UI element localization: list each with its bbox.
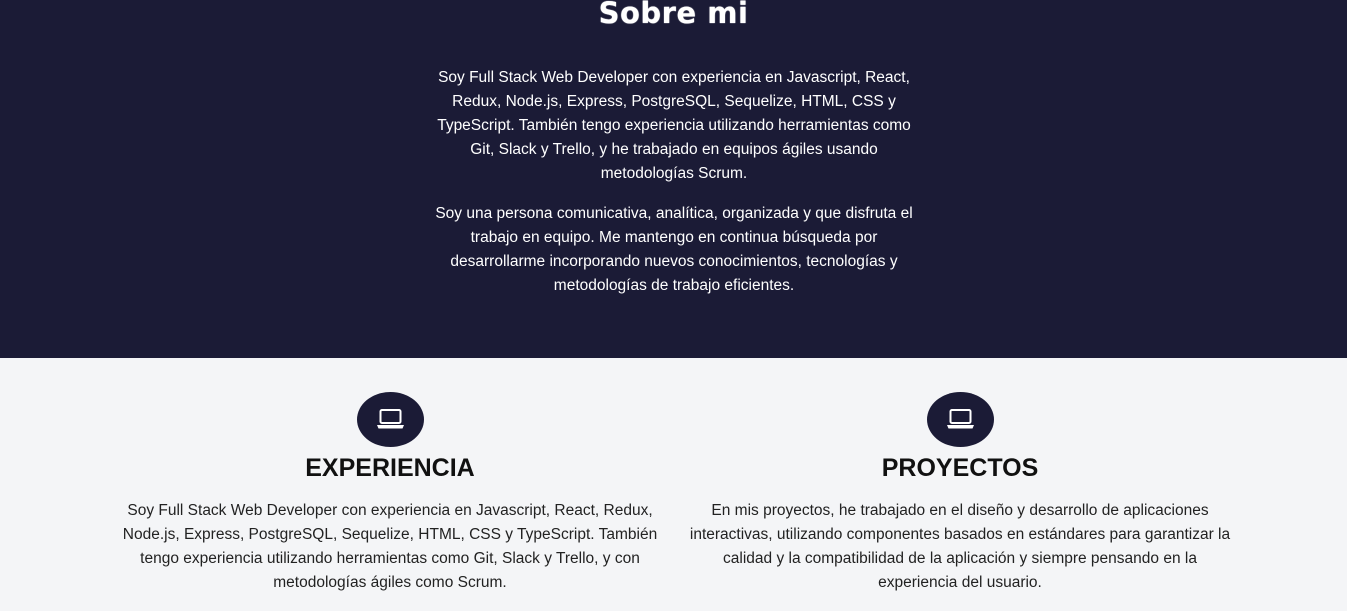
- experience-text: Soy Full Stack Web Developer con experie…: [122, 502, 658, 591]
- about-paragraph-2: Soy una persona comunicativa, analítica,…: [435, 205, 913, 294]
- laptop-icon: [926, 392, 994, 447]
- services-section: EXPERIENCIA Soy Full Stack Web Developer…: [0, 358, 1347, 611]
- projects-title: PROYECTOS: [881, 454, 1039, 482]
- experience-title: EXPERIENCIA: [305, 454, 475, 482]
- laptop-icon: [356, 392, 424, 447]
- about-title: Sobre mi: [598, 0, 749, 30]
- about-section: Sobre mi Soy Full Stack Web Developer co…: [0, 0, 1347, 358]
- projects-text: En mis proyectos, he trabajado en el dis…: [689, 502, 1231, 591]
- about-paragraph-1: Soy Full Stack Web Developer con experie…: [437, 69, 911, 182]
